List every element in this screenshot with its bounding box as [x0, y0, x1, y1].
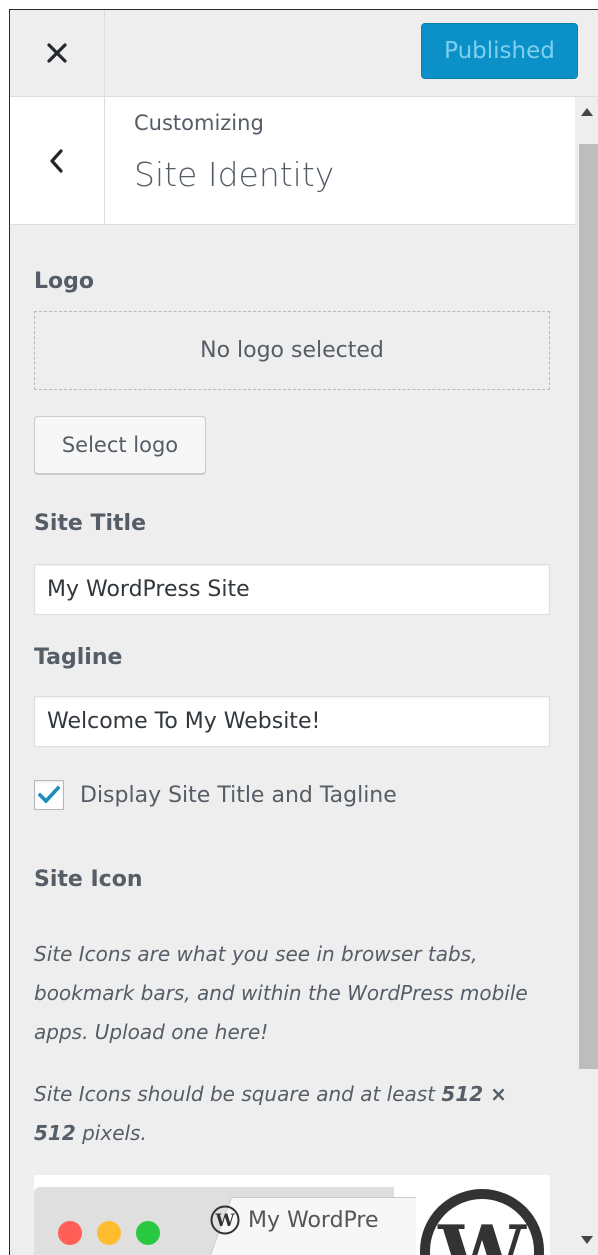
logo-empty-text: No logo selected: [200, 338, 384, 363]
triangle-up-icon: [581, 108, 593, 116]
tagline-input[interactable]: [34, 696, 550, 747]
scroll-up-button[interactable]: [575, 101, 598, 123]
display-title-label: Display Site Title and Tagline: [80, 782, 397, 808]
site-icon-label: Site Icon: [34, 867, 143, 892]
breadcrumb: Customizing: [134, 111, 264, 135]
display-title-toggle[interactable]: Display Site Title and Tagline: [34, 780, 397, 810]
select-logo-button[interactable]: Select logo: [34, 416, 206, 474]
back-button[interactable]: [10, 97, 105, 224]
size-note-suffix: pixels.: [75, 1121, 147, 1145]
site-title-input[interactable]: [34, 564, 550, 615]
display-title-checkbox[interactable]: [34, 780, 64, 810]
logo-placeholder[interactable]: No logo selected: [34, 311, 550, 390]
window-close-dot: [58, 1221, 82, 1245]
site-icon-size-note: Site Icons should be square and at least…: [34, 1075, 550, 1153]
site-icon-description: Site Icons are what you see in browser t…: [34, 942, 528, 1044]
size-note-prefix: Site Icons should be square and at least: [34, 1082, 442, 1106]
browser-tab-title: My WordPre: [248, 1207, 379, 1233]
svg-text:W: W: [214, 1211, 235, 1231]
scroll-thumb[interactable]: [579, 144, 598, 1069]
logo-label: Logo: [34, 269, 94, 294]
close-icon: [47, 43, 67, 63]
scrollbar[interactable]: [575, 97, 598, 1255]
chevron-left-icon: [50, 148, 63, 173]
svg-text:W: W: [437, 1209, 527, 1255]
window-maximize-dot: [136, 1221, 160, 1245]
scroll-down-button[interactable]: [575, 1229, 598, 1251]
close-button[interactable]: [10, 10, 105, 96]
customizer-header: Published: [10, 10, 598, 97]
section-title: Site Identity: [134, 155, 335, 194]
tagline-label: Tagline: [34, 645, 123, 670]
wordpress-icon: W: [210, 1205, 240, 1235]
customizer-panel: Published Customizing Site Identity Logo…: [9, 9, 598, 1255]
window-minimize-dot: [97, 1221, 121, 1245]
checkmark-icon: [38, 785, 60, 804]
section-header: Customizing Site Identity: [10, 97, 575, 225]
triangle-down-icon: [581, 1236, 593, 1244]
wordpress-logo-icon: W: [416, 1185, 548, 1255]
browser-tab-content: W My WordPre: [210, 1205, 379, 1235]
publish-button[interactable]: Published: [421, 23, 578, 79]
site-icon-preview: W My WordPre W: [34, 1175, 550, 1255]
site-title-label: Site Title: [34, 511, 147, 536]
